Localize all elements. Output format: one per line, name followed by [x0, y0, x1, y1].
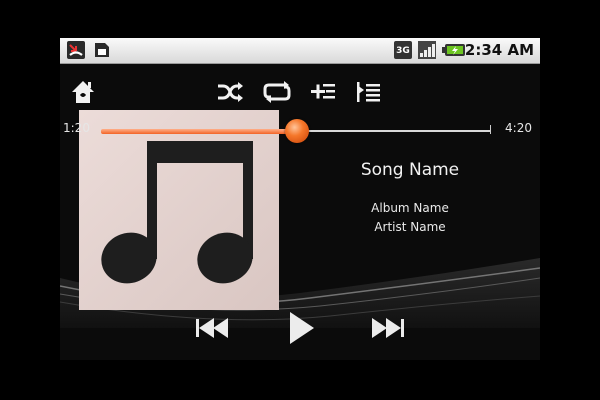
status-clock: 2:34 AM: [464, 41, 534, 59]
missed-call-icon: [67, 41, 85, 59]
play-button[interactable]: [278, 310, 322, 346]
song-name: Song Name: [360, 160, 460, 180]
signal-icon: [418, 41, 436, 59]
sd-card-icon: [95, 43, 109, 57]
next-button[interactable]: [364, 310, 408, 346]
album-name: Album Name: [371, 201, 449, 215]
home-icon: [72, 81, 94, 103]
music-note-icon: [101, 141, 253, 284]
svg-text:3G: 3G: [396, 46, 410, 56]
status-bar: 3G 2:34 AM: [60, 38, 540, 64]
repeat-button[interactable]: [260, 75, 294, 109]
play-icon: [290, 312, 314, 344]
shuffle-icon: [218, 82, 243, 102]
album-art: [79, 110, 279, 310]
previous-button[interactable]: [192, 310, 236, 346]
battery-charging-icon: [442, 44, 465, 56]
repeat-icon: [263, 81, 291, 103]
seek-end-marker: [490, 125, 491, 134]
next-icon: [372, 318, 404, 338]
elapsed-time: 1:20: [63, 121, 90, 135]
now-playing-list-button[interactable]: [351, 75, 385, 109]
seek-thumb[interactable]: [284, 119, 309, 143]
artist-name: Artist Name: [374, 220, 446, 234]
previous-icon: [196, 318, 228, 338]
3g-icon: 3G: [394, 41, 412, 59]
now-playing-list-icon: [357, 82, 380, 102]
home-button[interactable]: [66, 75, 100, 109]
add-to-playlist-icon: [311, 84, 335, 99]
seek-bar[interactable]: [101, 119, 491, 143]
music-player-screen: 3G 2:34 AM 1:20 4:20 Song Name Album Nam…: [60, 38, 540, 360]
total-time: 4:20: [505, 121, 532, 135]
shuffle-button[interactable]: [213, 75, 247, 109]
add-to-playlist-button[interactable]: [306, 75, 340, 109]
seek-progress: [101, 129, 297, 134]
